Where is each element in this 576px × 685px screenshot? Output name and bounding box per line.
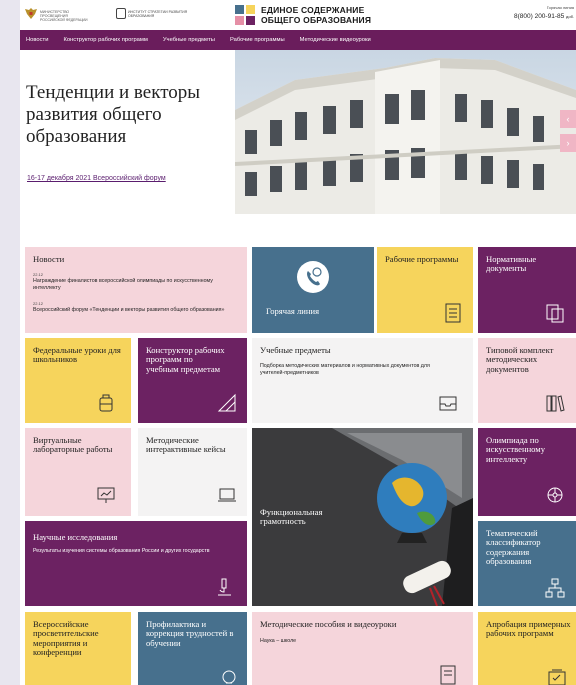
hotline-phone[interactable]: 8(800) 200-91-85 доб. — [514, 13, 574, 20]
brand-title[interactable]: ЕДИНОЕ СОДЕРЖАНИЕ ОБЩЕГО ОБРАЗОВАНИЯ — [261, 5, 372, 25]
nav-work-programs[interactable]: Рабочие программы — [230, 37, 285, 43]
hotline-ext: доб. — [566, 14, 574, 19]
phone-chat-icon — [297, 261, 329, 293]
tile-research-title: Научные исследования — [33, 532, 118, 542]
tile-kit[interactable]: Типовой комплект методических документов — [478, 338, 576, 423]
news-item-date: 22.12 — [33, 272, 44, 277]
coat-of-arms-icon — [25, 8, 37, 19]
tile-research[interactable]: Научные исследования Результаты изучения… — [25, 521, 247, 606]
tile-olympiad[interactable]: Олимпиада по искусственному интеллекту — [478, 428, 576, 516]
carousel-prev-button[interactable]: ‹ — [560, 110, 576, 128]
brand-logo-icon[interactable] — [235, 5, 255, 25]
tile-cases[interactable]: Методические интерактивные кейсы — [138, 428, 247, 516]
tile-classifier[interactable]: Тематический классификатор содержания об… — [478, 521, 576, 606]
main-nav: Новости Конструктор рабочих программ Уче… — [20, 30, 576, 50]
hotline-number: 8(800) 200-91-85 — [513, 13, 565, 20]
news-item-link[interactable]: Награждение финалистов всероссийской оли… — [33, 278, 233, 291]
nav-video-lessons[interactable]: Методические видеоуроки — [300, 37, 371, 43]
tile-hotline-title: Горячая линия — [266, 306, 320, 316]
backpack-icon — [95, 392, 117, 414]
tile-normative-title: Нормативные документы — [486, 254, 537, 274]
nav-constructor[interactable]: Конструктор рабочих программ — [63, 37, 147, 43]
tile-news-title: Новости — [33, 254, 65, 264]
tile-hotline[interactable]: Горячая линия — [252, 247, 374, 333]
tile-work-programs-title: Рабочие программы — [385, 254, 459, 264]
tile-events[interactable]: Всероссийские просветительские мероприят… — [25, 612, 131, 685]
site-header: МИНИСТЕРСТВО ПРОСВЕЩЕНИЯ РОССИЙСКОЙ ФЕДЕ… — [20, 0, 576, 30]
tile-federal-lessons[interactable]: Федеральные уроки для школьников — [25, 338, 131, 423]
microscope-icon — [213, 576, 235, 598]
tile-kit-title: Типовой комплект методических документов — [486, 345, 554, 374]
ai-brain-icon — [544, 484, 566, 506]
hierarchy-icon — [544, 577, 566, 599]
tile-prevention-title: Профилактика и коррекция трудностей в об… — [146, 619, 234, 648]
video-document-icon — [437, 664, 459, 685]
tile-classifier-title: Тематический классификатор содержания об… — [486, 528, 541, 566]
tile-virtual-labs[interactable]: Виртуальные лабораторные работы — [25, 428, 131, 516]
document-list-icon — [442, 302, 464, 324]
tile-approbation[interactable]: Апробация примерных рабочих программ — [478, 612, 576, 685]
tile-research-text: Результаты изучения системы образования … — [33, 548, 210, 554]
tile-news[interactable]: Новости 22.12 Награждение финалистов все… — [25, 247, 247, 333]
tile-approbation-title: Апробация примерных рабочих программ — [486, 619, 571, 639]
tile-constructor-title: Конструктор рабочих программ по учебным … — [146, 345, 225, 374]
tile-virtual-labs-title: Виртуальные лабораторные работы — [33, 435, 113, 455]
hero-building-photo: ‹ › — [235, 50, 576, 214]
documents-icon — [544, 302, 566, 324]
ministry-logo-text[interactable]: МИНИСТЕРСТВО ПРОСВЕЩЕНИЯ РОССИЙСКОЙ ФЕДЕ… — [40, 10, 90, 22]
institute-logo-icon — [116, 8, 126, 19]
nav-subjects[interactable]: Учебные предметы — [163, 37, 215, 43]
tile-events-title: Всероссийские просветительские мероприят… — [33, 619, 99, 657]
tile-normative[interactable]: Нормативные документы — [478, 247, 576, 333]
tile-manuals-title: Методические пособия и видеоуроки — [260, 619, 397, 629]
books-icon — [544, 392, 566, 414]
news-item-link[interactable]: Всероссийский форум «Тенденции и векторы… — [33, 307, 233, 314]
tile-subjects[interactable]: Учебные предметы Подборка методических м… — [252, 338, 473, 423]
brand-line-2: ОБЩЕГО ОБРАЗОВАНИЯ — [261, 14, 372, 25]
tile-manuals[interactable]: Методические пособия и видеоуроки Наука … — [252, 612, 473, 685]
tile-constructor[interactable]: Конструктор рабочих программ по учебным … — [138, 338, 247, 423]
tile-subjects-text: Подборка методических материалов и норма… — [260, 363, 430, 376]
tile-literacy[interactable]: Функциональная грамотность — [252, 428, 473, 606]
institute-logo-text[interactable]: ИНСТИТУТ СТРАТЕГИИ РАЗВИТИЯ ОБРАЗОВАНИЯ — [128, 10, 188, 18]
carousel-next-button[interactable]: › — [560, 134, 576, 152]
tile-subjects-title: Учебные предметы — [260, 345, 331, 355]
ruler-triangle-icon — [216, 392, 238, 414]
page: МИНИСТЕРСТВО ПРОСВЕЩЕНИЯ РОССИЙСКОЙ ФЕДЕ… — [20, 0, 576, 685]
hero-banner: Тенденции и векторы развития общего обра… — [20, 50, 576, 214]
nav-news[interactable]: Новости — [26, 37, 48, 43]
tile-work-programs[interactable]: Рабочие программы — [377, 247, 473, 333]
tile-literacy-title: Функциональная грамотность — [260, 507, 323, 527]
hero-title: Тенденции и векторы развития общего обра… — [26, 82, 201, 147]
lightbulb-icon — [218, 668, 240, 685]
laptop-icon — [216, 484, 238, 506]
tile-prevention[interactable]: Профилактика и коррекция трудностей в об… — [138, 612, 247, 685]
news-item-date: 22.12 — [33, 301, 44, 306]
tile-manuals-text: Наука – школе — [260, 638, 297, 644]
tile-cases-title: Методические интерактивные кейсы — [146, 435, 226, 455]
hotline-label: Горячая линия — [546, 5, 574, 10]
inbox-icon — [437, 392, 459, 414]
checklist-icon — [546, 666, 568, 685]
tile-federal-lessons-title: Федеральные уроки для школьников — [33, 345, 121, 365]
hero-forum-link[interactable]: 16-17 декабря 2021 Всероссийский форум — [27, 175, 166, 182]
presentation-chart-icon — [95, 484, 117, 506]
tile-olympiad-title: Олимпиада по искусственному интеллекту — [486, 435, 546, 464]
